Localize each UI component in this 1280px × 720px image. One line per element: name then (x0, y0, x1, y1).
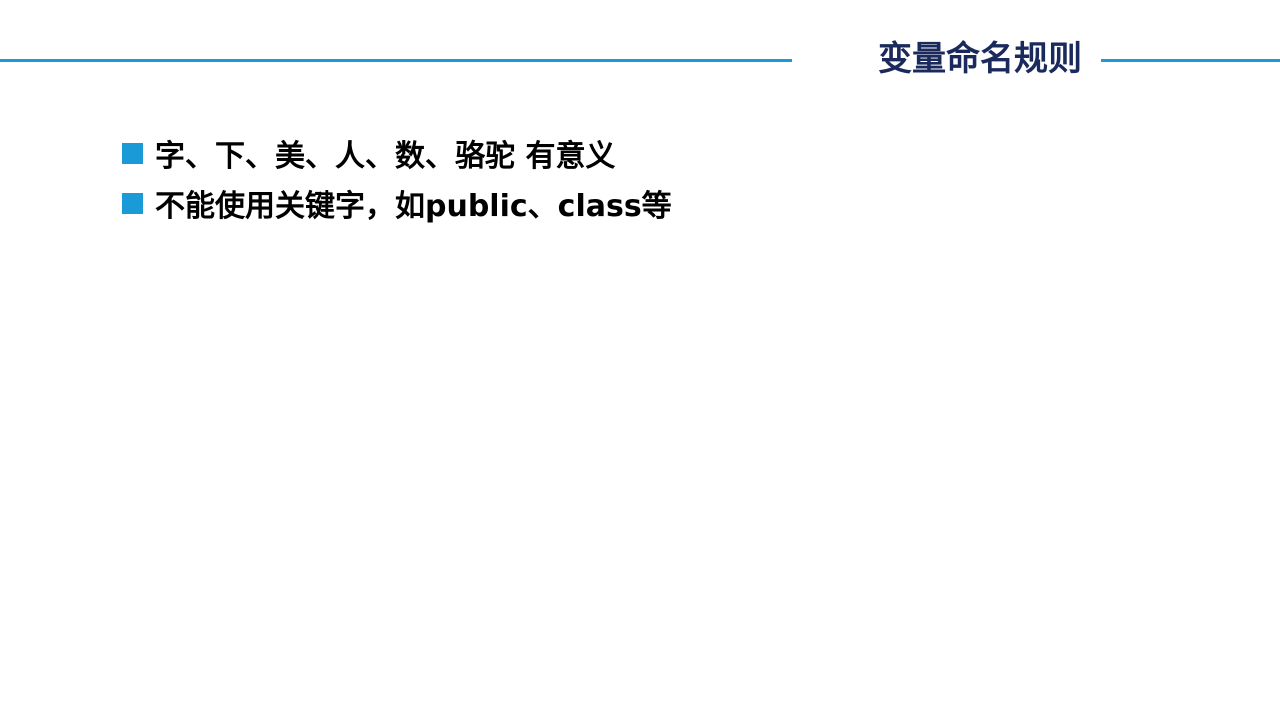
bullet-text: 字、下、美、人、数、骆驼 有意义 (155, 139, 616, 174)
slide: 变量命名规则 字、下、美、人、数、骆驼 有意义 不能使用关键字，如public、… (0, 0, 1280, 720)
square-bullet-icon (122, 142, 143, 164)
bullet-text: 不能使用关键字，如public、class等 (155, 189, 672, 224)
square-bullet-icon (122, 192, 143, 214)
header-rule-right (1101, 59, 1280, 62)
list-item: 字、下、美、人、数、骆驼 有意义 (122, 128, 672, 178)
bullet-list: 字、下、美、人、数、骆驼 有意义 不能使用关键字，如public、class等 (122, 128, 672, 228)
header-rule-left (0, 59, 792, 62)
slide-title: 变量命名规则 (878, 39, 1082, 79)
list-item: 不能使用关键字，如public、class等 (122, 178, 672, 228)
